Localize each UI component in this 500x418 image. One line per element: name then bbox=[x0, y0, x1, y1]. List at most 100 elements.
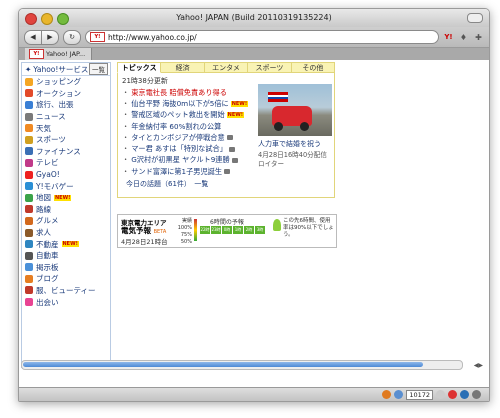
sidebar-item[interactable]: グルメ bbox=[22, 215, 110, 227]
sidebar-item[interactable]: 掲示板 bbox=[22, 262, 110, 274]
scroll-arrows[interactable]: ◀▶ bbox=[474, 362, 483, 369]
topic-item[interactable]: ・サンド富澤に第1子男児誕生 bbox=[122, 166, 248, 177]
sidebar-item[interactable]: 求人 bbox=[22, 227, 110, 239]
tab-economy[interactable]: 経済 bbox=[161, 62, 205, 73]
service-icon bbox=[25, 298, 33, 307]
s-icon[interactable] bbox=[460, 390, 469, 399]
horizontal-scrollbar[interactable] bbox=[21, 360, 463, 370]
minimize-window-button[interactable] bbox=[41, 13, 53, 25]
tab-entertainment[interactable]: エンタメ bbox=[204, 62, 249, 73]
url-text[interactable]: http://www.yahoo.co.jp/ bbox=[108, 33, 197, 42]
sidebar-item-label: 自動車 bbox=[36, 251, 59, 261]
status-toggle-icon[interactable] bbox=[436, 390, 445, 399]
topic-item[interactable]: ・東京電社長 賠償免責あり得る bbox=[122, 87, 248, 98]
sidebar-item[interactable]: ブログ bbox=[22, 273, 110, 285]
service-icon bbox=[25, 77, 33, 86]
address-bar[interactable]: Y! http://www.yahoo.co.jp/ bbox=[85, 30, 439, 44]
sidebar-item[interactable]: オークション bbox=[22, 88, 110, 100]
page-content: ✦ Yahoo!サービス 一覧 ショッピング オークション 旅行、出張 ニュース 天気ス… bbox=[19, 60, 489, 378]
forecast-bar: 3時 bbox=[255, 226, 265, 234]
sidebar-title[interactable]: Yahoo!サービス bbox=[33, 64, 88, 75]
bullet: ・ bbox=[122, 166, 130, 176]
window-title: Yahoo! JAPAN (Build 20110319135224) bbox=[176, 13, 332, 22]
reload-button[interactable]: ↻ bbox=[63, 29, 81, 45]
sidebar-item[interactable]: スポーツ bbox=[22, 134, 110, 146]
scale-label: 実績 bbox=[181, 218, 192, 224]
sidebar-item-label: 不動産 bbox=[36, 239, 59, 249]
sidebar-item[interactable]: Y!モバゲー bbox=[22, 180, 110, 192]
rss-icon[interactable]: ✚ bbox=[473, 32, 484, 43]
close-window-button[interactable] bbox=[25, 13, 37, 25]
back-button[interactable]: ◀ bbox=[24, 29, 42, 45]
topic-item[interactable]: ・ G沢村が初黒星 ヤクルト9連勝 bbox=[122, 155, 248, 166]
sidebar-item[interactable]: 自動車 bbox=[22, 250, 110, 262]
service-icon bbox=[25, 124, 33, 133]
settings-icon[interactable] bbox=[472, 390, 481, 399]
service-icon bbox=[25, 158, 33, 167]
sidebar-item-label: 出会い bbox=[36, 297, 59, 307]
sidebar-item-label: ブログ bbox=[36, 274, 59, 284]
sidebar-item[interactable]: 地図 NEW! bbox=[22, 192, 110, 204]
forecast-bar: 2時 bbox=[244, 226, 254, 234]
sidebar-item-label: 求人 bbox=[36, 228, 51, 238]
sidebar-item[interactable]: ニュース bbox=[22, 111, 110, 123]
c-icon[interactable] bbox=[448, 390, 457, 399]
new-badge: NEW! bbox=[54, 194, 72, 201]
service-icon bbox=[25, 112, 33, 121]
site-favicon: Y! bbox=[90, 32, 105, 42]
service-icon bbox=[25, 170, 33, 179]
sidebar-item-label: オークション bbox=[36, 88, 81, 98]
sidebar-item[interactable]: ファイナンス bbox=[22, 146, 110, 158]
service-icon bbox=[25, 205, 33, 214]
topic-item[interactable]: ・年金納付率 60%割れの公算 bbox=[122, 121, 248, 132]
tab-favicon: Y! bbox=[29, 49, 44, 59]
status-bar: 10172 bbox=[19, 387, 489, 401]
sidebar-item[interactable]: ショッピング bbox=[22, 76, 110, 88]
sidebar-item[interactable]: 天気 bbox=[22, 122, 110, 134]
topic-item[interactable]: ・タイとカンボジアが停戦合意 bbox=[122, 132, 248, 143]
bullet: ・ bbox=[122, 98, 130, 108]
sidebar-item[interactable]: 路線 bbox=[22, 204, 110, 216]
topic-tabs: トピックス 経済 エンタメ スポーツ その他 bbox=[117, 62, 336, 73]
service-icon bbox=[25, 182, 33, 191]
sidebar-item[interactable]: 出会い bbox=[22, 296, 110, 308]
bullet: ・ bbox=[122, 144, 130, 154]
tab-topics[interactable]: トピックス bbox=[117, 62, 162, 73]
back-arrow-icon: ◀ bbox=[30, 33, 36, 41]
globe-icon[interactable] bbox=[394, 390, 404, 399]
window-controls bbox=[25, 13, 69, 25]
forecast-message: この先6時間、使用率は90%以下でしょう。 bbox=[283, 218, 334, 238]
yahoo-search-icon[interactable]: Y! bbox=[443, 32, 454, 43]
tab-yahoo[interactable]: Y! Yahoo! JAP... bbox=[25, 48, 92, 60]
navigation-toolbar: ◀ ▶ ↻ Y! http://www.yahoo.co.jp/ Y! ♦ ✚ bbox=[19, 27, 489, 48]
service-icon bbox=[25, 216, 33, 225]
scrollbar-thumb[interactable] bbox=[23, 362, 423, 367]
toolbar-toggle-button[interactable] bbox=[467, 13, 483, 23]
news-photo[interactable] bbox=[258, 84, 332, 136]
rss-status-icon[interactable] bbox=[382, 390, 392, 399]
zoom-window-button[interactable] bbox=[57, 13, 69, 25]
power-forecast-widget[interactable]: 東京電力エリア 電気予報 BETA 4月28日21時台 実績 100% 75% … bbox=[117, 214, 337, 248]
title-bar: Yahoo! JAPAN (Build 20110319135224) bbox=[19, 9, 489, 27]
new-badge: NEW! bbox=[230, 100, 249, 107]
today-topics-link[interactable]: 今日の話題（61件） 一覧 bbox=[126, 179, 208, 189]
topic-text: 東京電社長 賠償免責あり得る bbox=[131, 87, 227, 97]
tab-other[interactable]: その他 bbox=[291, 62, 336, 73]
sidebar-item[interactable]: GyaO! bbox=[22, 169, 110, 181]
tab-sports[interactable]: スポーツ bbox=[248, 62, 292, 73]
sidebar-item[interactable]: テレビ bbox=[22, 157, 110, 169]
sidebar-item[interactable]: 不動産 NEW! bbox=[22, 238, 110, 250]
topic-item[interactable]: ・仙台平野 海抜0m以下が5倍に NEW! bbox=[122, 98, 249, 109]
sidebar-header: ✦ Yahoo!サービス 一覧 bbox=[22, 63, 110, 76]
new-badge: NEW! bbox=[226, 112, 245, 119]
sidebar-item[interactable]: 旅行、出張 bbox=[22, 99, 110, 111]
forward-button[interactable]: ▶ bbox=[42, 29, 59, 45]
sidebar-item-label: 路線 bbox=[36, 204, 51, 214]
topic-item[interactable]: ・マー君 あすは「特別な試合」 bbox=[122, 143, 248, 154]
photo-caption[interactable]: 人力車で結婚を祝う bbox=[258, 139, 334, 149]
sidebar-item[interactable]: 服、ビューティー bbox=[22, 285, 110, 297]
topic-item[interactable]: ・警戒区域のペット救出を開始 NEW! bbox=[122, 110, 248, 121]
topics-panel: 21時38分更新 ・東京電社長 賠償免責あり得る・仙台平野 海抜0m以下が5倍に… bbox=[117, 73, 335, 198]
bookmark-icon[interactable]: ♦ bbox=[458, 32, 469, 43]
all-services-button[interactable]: 一覧 bbox=[89, 63, 108, 75]
